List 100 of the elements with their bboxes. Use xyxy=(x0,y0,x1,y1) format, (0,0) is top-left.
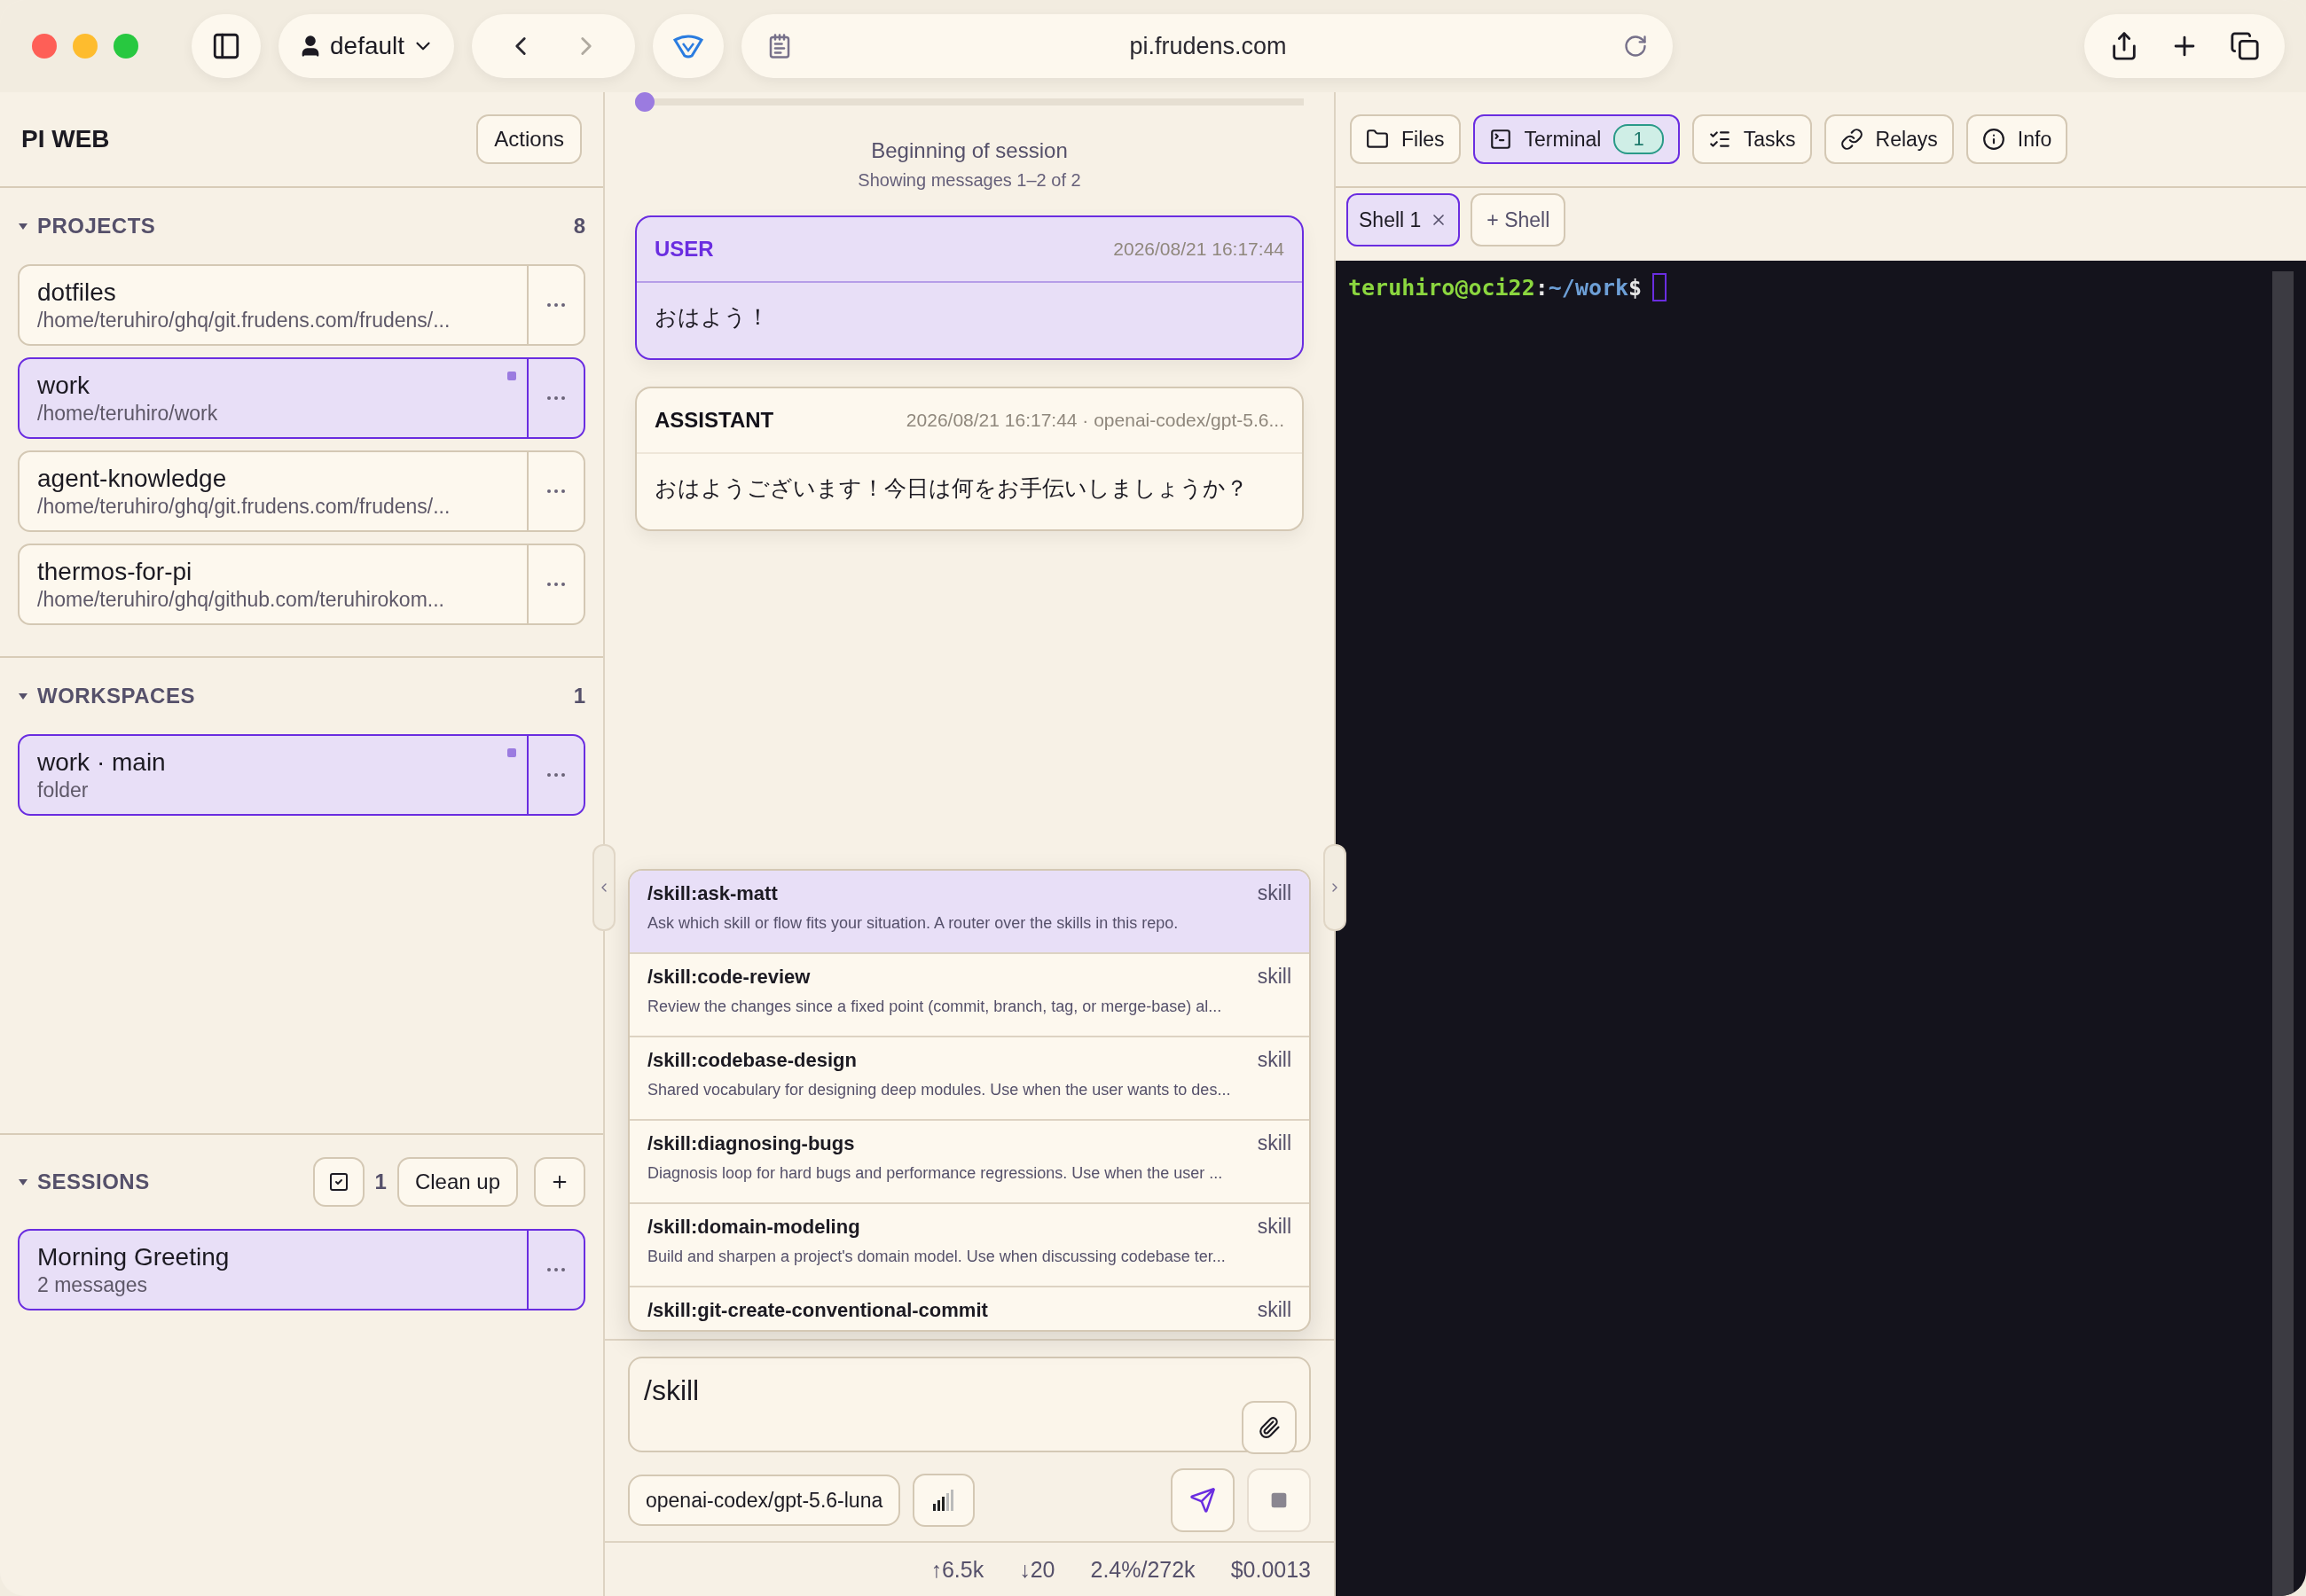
profile-button[interactable]: default xyxy=(278,14,455,78)
app-title: PI WEB xyxy=(21,125,110,153)
checkbox-icon xyxy=(327,1171,349,1193)
item-subtitle: /home/teruhiro/ghq/github.com/teruhirokom... xyxy=(37,587,445,612)
suggestion-item[interactable]: /skill:codebase-design skill Shared vocabulary for designing deep modules. Use when the user wants to des... xyxy=(630,1037,1309,1121)
command-type: skill xyxy=(1257,881,1291,905)
usage-stat: ↓20 xyxy=(1019,1556,1055,1583)
shield-icon xyxy=(672,33,705,59)
more-icon xyxy=(547,489,565,493)
shell-label: Shell 1 xyxy=(1359,207,1422,232)
cursor xyxy=(1652,273,1667,301)
prompt-text: : xyxy=(1534,274,1549,301)
signal-bars-icon xyxy=(932,1490,956,1511)
session-start-title: Beginning of session xyxy=(870,138,1069,163)
command-type: skill xyxy=(1257,1048,1291,1072)
info-icon xyxy=(1981,128,2005,151)
collapse-left-handle[interactable] xyxy=(592,844,616,931)
command-name: /skill:git-create-conventional-commit xyxy=(647,1298,988,1322)
sidebar-icon xyxy=(211,31,241,61)
more-icon xyxy=(547,583,565,586)
link-icon xyxy=(1839,128,1863,151)
timeline-thumb[interactable] xyxy=(635,92,655,112)
section-count: 8 xyxy=(573,214,585,239)
scrollbar[interactable] xyxy=(2272,271,2294,1596)
command-type: skill xyxy=(1257,965,1291,989)
thinking-level-button[interactable] xyxy=(913,1474,976,1527)
suggestion-item[interactable]: /skill:code-review skill Review the changes since a fixed point (commit, branch, tag, or merge-base) al... xyxy=(630,954,1309,1037)
panel-tab[interactable]: Files xyxy=(1350,114,1461,164)
actions-button[interactable]: Actions xyxy=(476,114,582,164)
command-description: Review the changes since a fixed point (commit, branch, tag, or merge-base) al... xyxy=(647,998,1223,1016)
message-range-text: Showing messages 1–2 of 2 xyxy=(857,170,1082,191)
paperclip-icon xyxy=(1258,1416,1281,1439)
stop-icon xyxy=(1270,1491,1288,1509)
tabs-icon[interactable] xyxy=(2230,31,2260,61)
message-input-box[interactable]: /skill xyxy=(628,1357,1311,1452)
item-name: dotfiles xyxy=(37,278,117,307)
command-name: /skill:code-review xyxy=(647,965,811,989)
message-text: おはようございます！今日は何をお手伝いしましょうか？ xyxy=(654,474,1249,502)
section-toggle[interactable]: SESSIONS xyxy=(18,1170,150,1194)
item-subtitle: /home/teruhiro/ghq/git.frudens.com/frudens/... xyxy=(37,308,451,332)
command-type: skill xyxy=(1257,1215,1291,1239)
message-meta: 2026/08/21 16:17:44 · openai-codex/gpt-5.6... xyxy=(906,410,1284,431)
message-input-field[interactable]: /skill xyxy=(644,1371,1242,1411)
command-name: /skill:diagnosing-bugs xyxy=(647,1131,855,1155)
add-shell-button[interactable]: + Shell xyxy=(1471,193,1566,246)
terminal-icon xyxy=(1488,128,1512,151)
command-name: /skill:codebase-design xyxy=(647,1048,857,1072)
item-subtitle: /home/teruhiro/ghq/git.frudens.com/frudens/... xyxy=(37,494,451,519)
message-text: おはよう！ xyxy=(654,303,770,331)
attach-button[interactable] xyxy=(1242,1401,1297,1454)
address-bar[interactable]: pi.frudens.com xyxy=(741,14,1674,78)
item-subtitle: folder xyxy=(37,778,90,802)
send-button[interactable] xyxy=(1171,1468,1235,1532)
folder-icon xyxy=(1366,128,1389,151)
more-icon xyxy=(547,396,565,400)
prompt-text: ~/work xyxy=(1548,274,1629,301)
item-name: agent-knowledge xyxy=(37,464,228,493)
clean-up-button[interactable]: Clean up xyxy=(396,1157,518,1207)
shell-tab[interactable]: Shell 1 xyxy=(1346,193,1461,246)
usage-stat: ↑6.5k xyxy=(930,1556,984,1583)
reload-icon xyxy=(1623,34,1649,59)
suggestion-item[interactable]: /skill:ask-matt skill Ask which skill or flow fits your situation. A router over the skills in this repo. xyxy=(630,871,1309,954)
section-toggle[interactable]: WORKSPACES xyxy=(18,684,195,708)
collapse-right-handle[interactable] xyxy=(1323,844,1346,931)
prompt-text: $ xyxy=(1628,274,1643,301)
more-icon xyxy=(547,303,565,307)
url-text: pi.frudens.com xyxy=(1128,32,1288,60)
model-selector[interactable]: openai-codex/gpt-5.6-luna xyxy=(628,1475,901,1526)
command-description: Ask which skill or flow fits your situation. A router over the skills in this repo. xyxy=(647,914,1180,933)
select-button[interactable] xyxy=(312,1157,365,1207)
count-badge: 1 xyxy=(1613,124,1664,154)
message-meta: 2026/08/21 16:17:44 xyxy=(1113,239,1284,260)
prompt-text: teruhiro@oci22 xyxy=(1348,274,1535,301)
panel-tab[interactable]: Relays xyxy=(1824,114,1954,164)
message-role: ASSISTANT xyxy=(655,408,774,433)
command-type: skill xyxy=(1257,1298,1291,1322)
more-icon xyxy=(547,1268,565,1271)
item-name: work xyxy=(37,371,91,400)
section-toggle[interactable]: PROJECTS xyxy=(18,214,156,239)
suggestion-item[interactable]: /skill:diagnosing-bugs skill Diagnosis loop for hard bugs and performance regressions. Use when the user ... xyxy=(630,1121,1309,1204)
usage-stat: $0.0013 xyxy=(1230,1556,1311,1583)
close-window-button[interactable] xyxy=(32,34,57,59)
item-subtitle: 2 messages xyxy=(37,1272,148,1297)
suggestion-item[interactable]: /skill:domain-modeling skill Build and sharpen a project's domain model. Use when discussing codebase ter... xyxy=(630,1204,1309,1287)
section-count: 1 xyxy=(374,1170,387,1194)
command-type: skill xyxy=(1257,1131,1291,1155)
command-description: Diagnosis loop for hard bugs and performance regressions. Use when the user ... xyxy=(647,1164,1224,1183)
terminal[interactable]: teruhiro@oci22:~/work$ xyxy=(1336,261,2306,1596)
panel-tab[interactable]: Terminal 1 xyxy=(1472,114,1680,164)
command-description: Build and sharpen a project's domain model. Use when discussing codebase ter... xyxy=(647,1248,1227,1266)
command-name: /skill:ask-matt xyxy=(647,881,778,905)
message-role: USER xyxy=(655,237,714,262)
item-name: Morning Greeting xyxy=(37,1242,231,1271)
item-name: thermos-for-pi xyxy=(37,557,193,586)
usage-stat: 2.4%/272k xyxy=(1090,1556,1196,1583)
send-icon xyxy=(1189,1487,1216,1514)
panel-tab[interactable]: Info xyxy=(1965,114,2068,164)
item-name: work · main xyxy=(37,747,167,777)
command-name: /skill:domain-modeling xyxy=(647,1215,860,1239)
panel-tab[interactable]: Tasks xyxy=(1691,114,1812,164)
